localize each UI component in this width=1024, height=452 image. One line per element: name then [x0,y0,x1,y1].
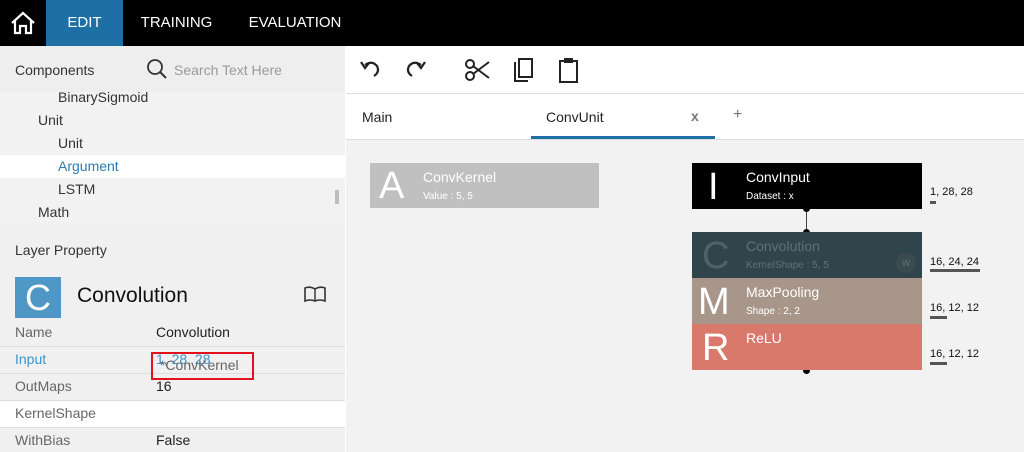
tree-item-unit-group[interactable]: Unit [0,109,345,132]
tree-item-label: Argument [58,158,119,174]
tree-item-binarysigmoid[interactable]: BinarySigmoid [0,92,345,109]
copy-icon[interactable] [511,56,537,84]
nav-tab-training[interactable]: TRAINING [123,0,230,46]
edit-toolbar [346,46,1024,94]
node-name: ConvInput [746,169,810,185]
node-maxpooling[interactable]: M MaxPooling Shape : 2, 2 [692,278,922,324]
tree-item-math[interactable]: Math [0,201,345,224]
property-value[interactable]: 16 [156,378,172,394]
tree-item-label: Unit [58,135,83,151]
node-convinput[interactable]: I ConvInput Dataset : x [692,163,922,209]
node-letter: R [702,327,730,369]
output-shape-label: 1, 28, 28 [930,186,973,198]
tree-item-label: BinarySigmoid [58,92,149,105]
tree-item-label: Math [38,204,70,220]
tab-close-button[interactable]: x [691,108,699,124]
property-key: KernelShape [15,405,96,421]
node-convkernel[interactable]: A ConvKernel Value : 5, 5 [370,163,599,208]
add-tab-button[interactable]: + [733,106,742,124]
node-name: ReLU [746,330,782,346]
property-row-name: Name Convolution [0,320,345,347]
top-nav-bar: EDIT TRAINING EVALUATION [0,0,1024,46]
output-shape-bar [930,316,947,319]
layer-name: Convolution [77,284,188,307]
active-tab-indicator [531,136,715,139]
node-letter: A [379,165,405,207]
property-row-withbias: WithBias False [0,428,345,452]
property-key: Name [15,324,53,340]
paste-icon[interactable] [556,56,582,84]
output-shape-bar [930,201,936,204]
tree-item-argument[interactable]: Argument [0,155,345,178]
left-panel: Components BinarySigmoid Unit Unit Argum… [0,46,345,452]
node-subtitle: Shape : 2, 2 [746,306,800,317]
output-shape-label: 16, 12, 12 [930,302,979,314]
redo-icon[interactable] [402,56,428,82]
layer-type-icon: C [15,277,61,318]
layer-property-title: Layer Property [15,242,107,258]
undo-icon[interactable] [358,56,384,82]
property-key: Input [15,351,47,367]
output-shape-bar [930,362,947,365]
home-button[interactable] [0,0,46,46]
tree-scrollbar[interactable] [335,190,339,204]
tree-item-lstm[interactable]: LSTM [0,178,345,201]
nav-tab-evaluation[interactable]: EVALUATION [230,0,360,46]
tree-item-unit[interactable]: Unit [0,132,345,155]
node-letter: M [698,281,730,323]
node-subtitle: KernelShape : 5, 5 [746,260,829,271]
search-icon[interactable] [146,58,168,80]
property-key: OutMaps [15,378,72,394]
output-shape-label: 16, 24, 24 [930,256,979,268]
weight-badge-icon[interactable]: W [896,253,916,273]
node-name: ConvKernel [423,169,497,185]
node-name: MaxPooling [746,284,820,300]
tab-main[interactable]: Main [362,109,392,125]
node-letter: I [708,166,719,208]
tab-convunit[interactable]: ConvUnit [546,109,604,125]
kernelshape-value[interactable]: *ConvKernel [160,357,239,373]
home-icon [11,11,35,35]
node-subtitle: Dataset : x [746,191,794,202]
node-convolution[interactable]: C Convolution KernelShape : 5, 5 [692,232,922,278]
tree-item-label: Unit [38,112,63,128]
node-name: Convolution [746,238,820,254]
property-value[interactable]: Convolution [156,324,230,340]
property-row-kernelshape: KernelShape [0,401,345,428]
nav-tab-edit[interactable]: EDIT [46,0,123,46]
node-subtitle: Value : 5, 5 [423,191,473,202]
cut-icon[interactable] [463,56,491,84]
tree-item-label: LSTM [58,181,96,197]
output-shape-label: 16, 12, 12 [930,348,979,360]
components-title: Components [15,62,95,78]
node-relu[interactable]: R ReLU [692,324,922,370]
property-value[interactable]: False [156,432,190,448]
output-shape-bar [930,269,980,272]
components-tree: BinarySigmoid Unit Unit Argument LSTM Ma… [0,92,345,224]
book-icon[interactable] [303,285,327,303]
components-header: Components [0,46,345,92]
node-letter: C [702,235,730,277]
property-key: WithBias [15,432,71,448]
property-table: Name Convolution Input 1, 28, 28 OutMaps… [0,320,345,452]
document-tabs: Main ConvUnit [346,94,1024,140]
search-input[interactable] [174,59,334,81]
